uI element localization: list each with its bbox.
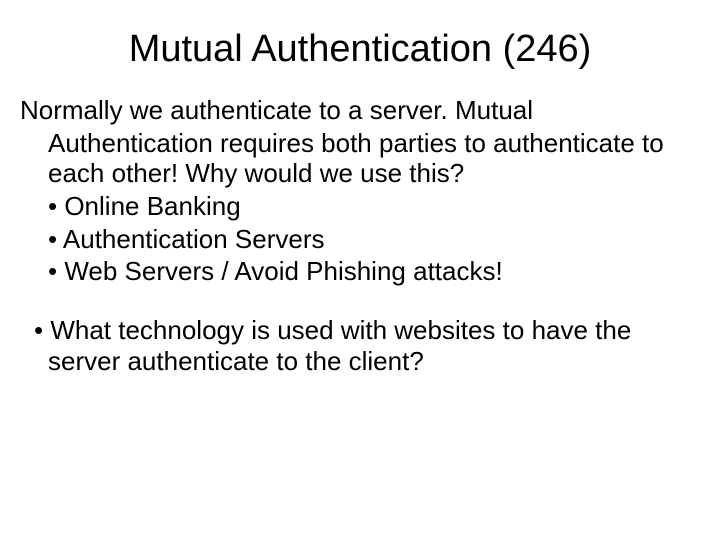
slide-title: Mutual Authentication (246): [20, 28, 700, 71]
list-item: Online Banking: [48, 191, 700, 222]
list-item: Authentication Servers: [48, 224, 700, 255]
bullet-list: Online Banking Authentication Servers We…: [20, 191, 700, 287]
slide-body: Normally we authenticate to a server. Mu…: [20, 95, 700, 376]
slide: Mutual Authentication (246) Normally we …: [0, 0, 720, 540]
intro-text-line2: Authentication requires both parties to …: [20, 128, 700, 189]
intro-text-line1: Normally we authenticate to a server. Mu…: [20, 95, 700, 126]
question-text: • What technology is used with websites …: [48, 315, 700, 376]
list-item: Web Servers / Avoid Phishing attacks!: [48, 256, 700, 287]
question-block: • What technology is used with websites …: [20, 315, 700, 376]
